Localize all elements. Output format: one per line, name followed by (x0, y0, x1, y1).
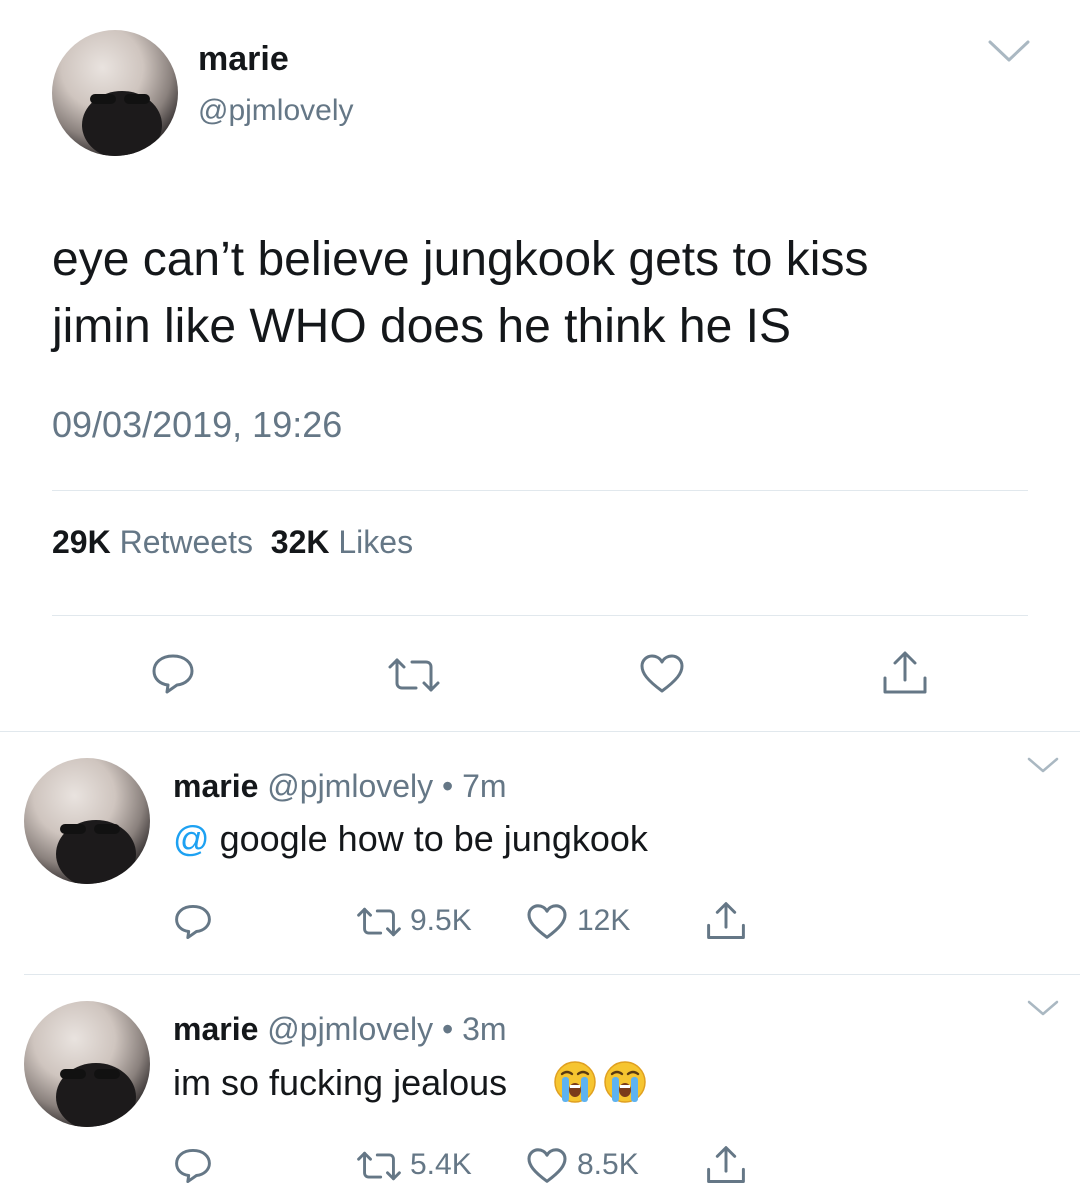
retweet-count: 9.5K (410, 904, 472, 937)
handle[interactable]: @pjmlovely (267, 768, 433, 804)
mention-link[interactable]: @ (173, 818, 210, 859)
reply-icon[interactable] (173, 903, 213, 941)
tweet-text-line: eye can’t believe jungkook gets to kiss (52, 233, 869, 286)
display-name[interactable]: marie (173, 1011, 258, 1047)
share-icon[interactable] (881, 650, 929, 696)
tweet-text-line: jimin like WHO does he think he IS (52, 300, 791, 353)
separator: • (442, 768, 454, 804)
tweet-text: eye can’t believe jungkook gets to kiss … (52, 226, 868, 360)
divider (52, 615, 1028, 616)
likes-label: Likes (338, 524, 414, 560)
like-count: 12K (577, 904, 631, 937)
retweet-count: 5.4K (410, 1148, 472, 1181)
reply-header: marie @pjmlovely • 7m (173, 768, 507, 805)
likes-stat[interactable]: 32K Likes (271, 524, 413, 560)
avatar[interactable] (24, 1001, 150, 1127)
heart-icon[interactable] (526, 904, 568, 940)
reply-icon[interactable] (150, 652, 196, 696)
divider (52, 490, 1028, 491)
loudly-crying-face-icon (603, 1060, 647, 1109)
retweets-label: Retweets (119, 524, 253, 560)
avatar[interactable] (52, 30, 178, 156)
display-name[interactable]: marie (173, 768, 258, 804)
likes-count: 32K (270, 524, 330, 560)
retweets-count: 29K (52, 524, 111, 560)
reply-icon[interactable] (173, 1147, 213, 1185)
loudly-crying-face-icon (553, 1060, 597, 1109)
heart-icon[interactable] (526, 1148, 568, 1184)
reply-text-content: google how to be jungkook (219, 818, 648, 859)
retweet-icon[interactable] (355, 905, 403, 939)
chevron-down-icon[interactable] (987, 38, 1031, 64)
retweet-icon[interactable] (355, 1149, 403, 1183)
like-count: 8.5K (577, 1148, 639, 1181)
share-icon[interactable] (705, 1145, 747, 1185)
retweet-icon[interactable] (386, 655, 442, 695)
tweet-stats: 29K Retweets 32K Likes (52, 524, 413, 561)
divider (24, 974, 1080, 975)
divider (0, 731, 1080, 732)
handle[interactable]: @pjmlovely (198, 94, 354, 128)
heart-icon[interactable] (639, 654, 685, 694)
retweets-stat[interactable]: 29K Retweets (52, 524, 253, 560)
reply-time[interactable]: 3m (462, 1011, 506, 1047)
reply-text-content: im so fucking jealous (173, 1062, 508, 1103)
chevron-down-icon[interactable] (1026, 999, 1060, 1017)
timestamp[interactable]: 09/03/2019, 19:26 (52, 404, 342, 446)
share-icon[interactable] (705, 901, 747, 941)
chevron-down-icon[interactable] (1026, 756, 1060, 774)
handle[interactable]: @pjmlovely (267, 1011, 433, 1047)
avatar[interactable] (24, 758, 150, 884)
reply-time[interactable]: 7m (462, 768, 506, 804)
separator: • (442, 1011, 454, 1047)
display-name[interactable]: marie (198, 40, 289, 79)
reply-text: im so fucking jealous (173, 1062, 507, 1104)
reply-text: @ google how to be jungkook (173, 818, 648, 860)
reply-header: marie @pjmlovely • 3m (173, 1011, 507, 1048)
